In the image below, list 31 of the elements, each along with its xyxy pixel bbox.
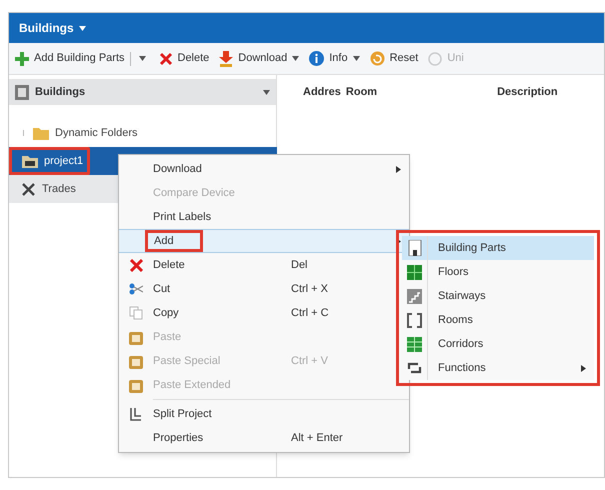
menu-label: Rooms <box>437 312 474 328</box>
shortcut-label: Del <box>291 258 309 273</box>
column-header: Description <box>497 84 558 100</box>
menu-label: Copy <box>153 306 179 321</box>
menu-label: Add <box>154 234 174 247</box>
shortcut-label: Ctrl + C <box>291 306 330 321</box>
menu-label: Stairways <box>437 288 487 304</box>
menu-label: Building Parts <box>437 240 507 256</box>
shortcut-label: Ctrl + X <box>291 282 329 297</box>
menu-label: Properties <box>153 430 204 446</box>
menu-label: Print Labels <box>153 210 212 225</box>
menu-label: Cut <box>153 282 170 297</box>
window-title: Buildings <box>19 20 74 37</box>
menu-label: Paste Extended <box>153 378 231 393</box>
menu-label: Compare Device <box>153 186 235 201</box>
menu-label: Paste <box>153 330 182 345</box>
menu-label: Corridors <box>437 336 484 352</box>
menu-label: Floors <box>437 264 470 280</box>
menu-label: Paste Special <box>153 354 220 369</box>
column-header: Addres <box>303 84 341 100</box>
column-header: Room <box>346 84 378 100</box>
menu-label: Split Project <box>153 406 212 422</box>
tree-label: project1 <box>44 154 84 169</box>
menu-label: Download <box>153 162 202 177</box>
menu-label: Delete <box>153 258 185 273</box>
menu-label: Functions <box>437 360 487 376</box>
tree-label: Dynamic Folders <box>55 126 138 141</box>
tree-label: Trades <box>42 182 76 197</box>
sidebar-title: Buildings <box>35 84 86 100</box>
shortcut-label: Alt + Enter <box>291 430 344 446</box>
shortcut-label: Ctrl + V <box>291 354 329 369</box>
